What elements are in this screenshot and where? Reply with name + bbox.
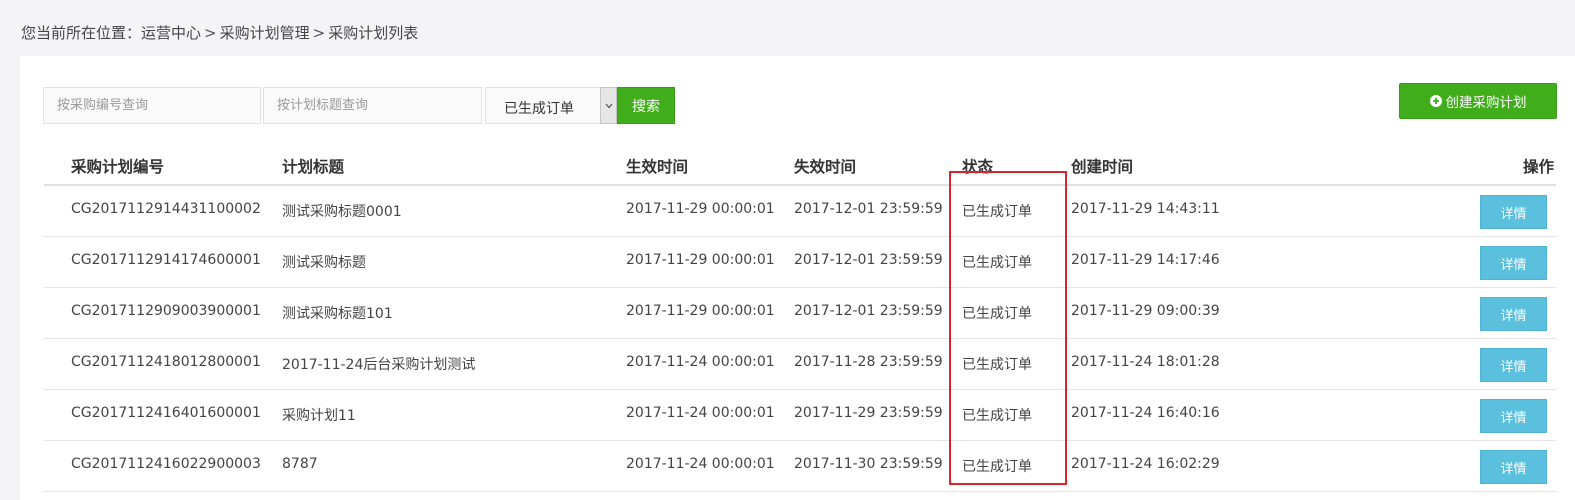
plan-title-cell: 2017-11-24后台采购计划测试	[282, 357, 476, 373]
search-button[interactable]: 搜索	[617, 87, 675, 124]
plan-title-cell: 测试采购标题	[282, 255, 366, 271]
table-row: CG2017112914431100002 测试采购标题0001 2017-11…	[44, 186, 1556, 237]
breadcrumb-item-plan-list: 采购计划列表	[328, 24, 419, 42]
plan-title-search-input[interactable]	[263, 87, 482, 124]
breadcrumb-item-operations[interactable]: 运营中心	[141, 24, 201, 42]
detail-button[interactable]: 详情	[1480, 297, 1547, 331]
created-time-cell: 2017-11-24 16:02:29	[1071, 456, 1220, 472]
plan-code-cell: CG2017112909003900001	[71, 303, 261, 319]
header-created-time: 创建时间	[1071, 158, 1134, 176]
expire-time-cell: 2017-11-30 23:59:59	[794, 456, 943, 472]
table-header: 采购计划编号 计划标题 生效时间 失效时间 状态 创建时间 操作	[44, 146, 1556, 186]
create-plan-label: 创建采购计划	[1445, 95, 1527, 111]
header-expire-time: 失效时间	[794, 158, 857, 176]
effective-time-cell: 2017-11-24 00:00:01	[626, 354, 775, 370]
breadcrumb: 您当前所在位置：运营中心 > 采购计划管理 > 采购计划列表	[21, 22, 418, 43]
chevron-down-icon[interactable]	[600, 87, 617, 124]
detail-button[interactable]: 详情	[1480, 195, 1547, 229]
detail-button[interactable]: 详情	[1480, 450, 1547, 484]
detail-button[interactable]: 详情	[1480, 348, 1547, 382]
breadcrumb-item-plan-management[interactable]: 采购计划管理	[220, 24, 310, 42]
plus-circle-icon	[1429, 95, 1442, 107]
plan-code-cell: CG2017112416022900003	[71, 456, 261, 472]
header-plan-code: 采购计划编号	[71, 158, 165, 176]
effective-time-cell: 2017-11-24 00:00:01	[626, 405, 775, 421]
expire-time-cell: 2017-12-01 23:59:59	[794, 252, 943, 268]
breadcrumb-prefix: 您当前所在位置：	[21, 24, 142, 42]
created-time-cell: 2017-11-29 14:17:46	[1071, 252, 1220, 268]
created-time-cell: 2017-11-24 16:40:16	[1071, 405, 1220, 421]
detail-button[interactable]: 详情	[1480, 399, 1547, 433]
effective-time-cell: 2017-11-24 00:00:01	[626, 456, 775, 472]
breadcrumb-separator: >	[312, 24, 326, 42]
create-plan-button[interactable]: 创建采购计划	[1399, 83, 1557, 119]
status-select[interactable]: 已生成订单	[485, 87, 618, 124]
header-plan-title: 计划标题	[282, 158, 345, 176]
plan-code-cell: CG2017112416401600001	[71, 405, 261, 421]
table-row: CG2017112416022900003 8787 2017-11-24 00…	[44, 441, 1556, 492]
created-time-cell: 2017-11-24 18:01:28	[1071, 354, 1220, 370]
created-time-cell: 2017-11-29 14:43:11	[1071, 201, 1220, 217]
status-cell: 已生成订单	[962, 255, 1032, 271]
expire-time-cell: 2017-11-29 23:59:59	[794, 405, 943, 421]
expire-time-cell: 2017-12-01 23:59:59	[794, 201, 943, 217]
expire-time-cell: 2017-11-28 23:59:59	[794, 354, 943, 370]
header-status: 状态	[962, 158, 994, 176]
status-cell: 已生成订单	[962, 408, 1032, 424]
table-row: CG2017112418012800001 2017-11-24后台采购计划测试…	[44, 339, 1556, 390]
status-cell: 已生成订单	[962, 204, 1032, 220]
plan-title-cell: 8787	[282, 456, 318, 472]
status-select-value: 已生成订单	[504, 101, 574, 117]
table-row: CG2017112416401600001 采购计划11 2017-11-24 …	[44, 390, 1556, 441]
expire-time-cell: 2017-12-01 23:59:59	[794, 303, 943, 319]
header-operation: 操作	[1522, 158, 1554, 176]
plan-title-cell: 采购计划11	[282, 408, 356, 424]
plan-code-cell: CG2017112418012800001	[71, 354, 261, 370]
breadcrumb-separator: >	[204, 24, 217, 42]
status-cell: 已生成订单	[962, 459, 1032, 475]
plan-code-cell: CG2017112914431100002	[71, 201, 261, 217]
status-cell: 已生成订单	[962, 357, 1032, 373]
plan-title-cell: 测试采购标题0001	[282, 204, 402, 220]
effective-time-cell: 2017-11-29 00:00:01	[626, 303, 775, 319]
content-panel: 已生成订单 搜索 创建采购计划 采购计划编号 计划标题 生效时间 失效时间 状态…	[20, 56, 1575, 500]
status-cell: 已生成订单	[962, 306, 1032, 322]
plan-code-cell: CG2017112914174600001	[71, 252, 261, 268]
effective-time-cell: 2017-11-29 00:00:01	[626, 201, 775, 217]
header-effective-time: 生效时间	[626, 158, 689, 176]
detail-button[interactable]: 详情	[1480, 246, 1547, 280]
plan-title-cell: 测试采购标题101	[282, 306, 393, 322]
table-row: CG2017112914174600001 测试采购标题 2017-11-29 …	[44, 237, 1556, 288]
effective-time-cell: 2017-11-29 00:00:01	[626, 252, 775, 268]
plan-code-search-input[interactable]	[43, 87, 261, 124]
table-row: CG2017112909003900001 测试采购标题101 2017-11-…	[44, 288, 1556, 339]
plan-table: 采购计划编号 计划标题 生效时间 失效时间 状态 创建时间 操作 CG20171…	[44, 146, 1556, 492]
created-time-cell: 2017-11-29 09:00:39	[1071, 303, 1220, 319]
